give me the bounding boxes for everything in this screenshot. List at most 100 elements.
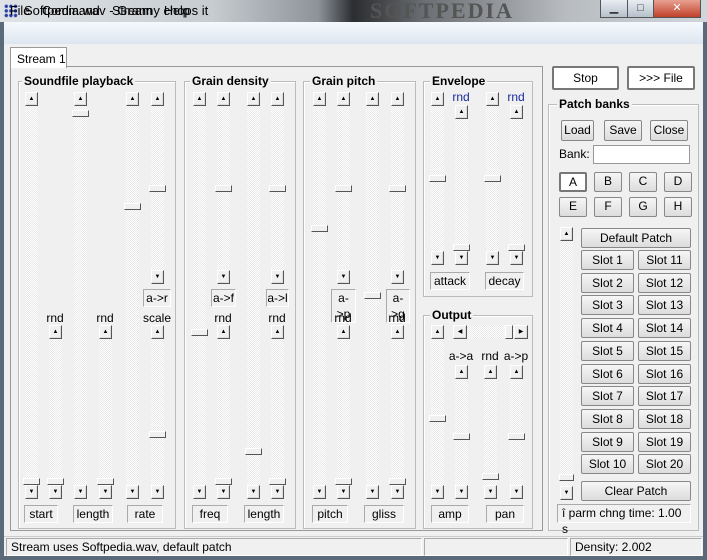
- close-button[interactable]: ✕: [653, 0, 701, 18]
- patch-slot-button[interactable]: Slot 15: [638, 340, 691, 361]
- arrow-down-icon[interactable]: ▼: [486, 251, 499, 265]
- bank-a-button[interactable]: A: [559, 172, 587, 192]
- slider-thumb[interactable]: [453, 433, 470, 441]
- arrow-up-icon[interactable]: ▲: [313, 92, 326, 106]
- bank-b-button[interactable]: B: [594, 172, 622, 192]
- arrow-up-icon[interactable]: ▲: [25, 92, 38, 106]
- arrow-down-icon[interactable]: ▼: [74, 485, 87, 499]
- decay-slider[interactable]: ▲ ▼: [484, 92, 501, 265]
- arrow-down-icon[interactable]: ▼: [99, 485, 112, 499]
- arrow-up-icon[interactable]: ▲: [366, 92, 379, 106]
- arrow-down-icon[interactable]: ▼: [49, 485, 62, 499]
- patch-slot-button[interactable]: Slot 5: [581, 340, 634, 361]
- patch-slot-button[interactable]: Slot 20: [638, 454, 691, 475]
- arrow-down-icon[interactable]: ▼: [271, 270, 284, 284]
- arrow-up-icon[interactable]: ▲: [510, 105, 523, 119]
- arrow-down-icon[interactable]: ▼: [455, 251, 468, 265]
- arrow-down-icon[interactable]: ▼: [391, 270, 404, 284]
- arrow-down-icon[interactable]: ▼: [510, 251, 523, 265]
- slider-thumb[interactable]: [453, 244, 470, 251]
- patch-slot-button[interactable]: Slot 9: [581, 431, 634, 452]
- a-f-slider[interactable]: ▲ ▼: [215, 92, 232, 284]
- arrow-up-icon[interactable]: ▲: [99, 325, 112, 339]
- bank-h-button[interactable]: H: [664, 197, 692, 217]
- slider-thumb[interactable]: [508, 244, 525, 251]
- slider-thumb[interactable]: [97, 478, 114, 485]
- arrow-up-icon[interactable]: ▲: [247, 92, 260, 106]
- clear-patch-button[interactable]: Clear Patch: [581, 481, 691, 501]
- slider-thumb[interactable]: [335, 184, 352, 192]
- attack-slider[interactable]: ▲ ▼: [429, 92, 446, 265]
- scroll-up-icon[interactable]: ▲: [560, 227, 573, 241]
- arrow-down-icon[interactable]: ▼: [391, 485, 404, 499]
- rate-slider[interactable]: ▲ ▼: [124, 92, 141, 499]
- pan-balance-scrollbar[interactable]: ◀ ▶: [453, 325, 528, 339]
- patch-slot-button[interactable]: Slot 4: [581, 318, 634, 339]
- slider-thumb[interactable]: [482, 473, 499, 481]
- arrow-up-icon[interactable]: ▲: [151, 325, 164, 339]
- slider-thumb[interactable]: [191, 329, 208, 337]
- arrow-down-icon[interactable]: ▼: [510, 485, 523, 499]
- slider-thumb[interactable]: [215, 184, 232, 192]
- patch-slot-button[interactable]: Slot 6: [581, 363, 634, 384]
- patch-slot-button[interactable]: Slot 2: [581, 272, 634, 293]
- patch-slot-button[interactable]: Slot 12: [638, 272, 691, 293]
- patch-slot-button[interactable]: Slot 7: [581, 386, 634, 407]
- patch-slot-button[interactable]: Slot 18: [638, 408, 691, 429]
- decay-rnd-slider[interactable]: ▲ ▼: [508, 105, 525, 265]
- freq-slider[interactable]: ▲ ▼: [191, 92, 208, 499]
- slider-thumb[interactable]: [429, 415, 446, 423]
- gliss-slider[interactable]: ▲ ▼: [364, 92, 381, 499]
- slider-thumb[interactable]: [149, 184, 166, 192]
- arrow-up-icon[interactable]: ▲: [431, 92, 444, 106]
- tab-stream-1[interactable]: Stream 1: [10, 47, 67, 68]
- arrow-up-icon[interactable]: ▲: [271, 325, 284, 339]
- patch-slot-button[interactable]: Slot 13: [638, 295, 691, 316]
- a-l-slider[interactable]: ▲ ▼: [269, 92, 286, 284]
- gliss-rnd-slider[interactable]: ▲ ▼: [389, 325, 406, 499]
- bank-c-button[interactable]: C: [629, 172, 657, 192]
- start-rnd-slider[interactable]: ▲ ▼: [47, 325, 64, 499]
- arrow-up-icon[interactable]: ▲: [486, 92, 499, 106]
- arrow-up-icon[interactable]: ▲: [484, 365, 497, 379]
- load-button[interactable]: Load: [561, 120, 594, 141]
- arrow-up-icon[interactable]: ▲: [217, 92, 230, 106]
- a-a-slider[interactable]: ▲ ▼: [453, 365, 470, 499]
- menu-help[interactable]: Help: [164, 4, 190, 18]
- bank-input[interactable]: [593, 145, 690, 164]
- save-button[interactable]: Save: [604, 120, 642, 141]
- maximize-button[interactable]: □: [627, 0, 654, 18]
- arrow-up-icon[interactable]: ▲: [337, 325, 350, 339]
- patch-slot-button[interactable]: Slot 3: [581, 295, 634, 316]
- arrow-down-icon[interactable]: ▼: [151, 270, 164, 284]
- a-p2-slider[interactable]: ▲ ▼: [508, 365, 525, 499]
- bank-e-button[interactable]: E: [559, 197, 587, 217]
- minimize-button[interactable]: ▁: [600, 0, 628, 18]
- slider-thumb[interactable]: [484, 175, 501, 182]
- slider-thumb[interactable]: [429, 175, 446, 182]
- to-file-button[interactable]: >>> File: [627, 66, 695, 90]
- arrow-down-icon[interactable]: ▼: [484, 485, 497, 499]
- arrow-down-icon[interactable]: ▼: [217, 485, 230, 499]
- slider-thumb[interactable]: [215, 478, 232, 485]
- scroll-right-icon[interactable]: ▶: [514, 325, 528, 339]
- patch-slot-button[interactable]: Slot 17: [638, 386, 691, 407]
- patch-slot-button[interactable]: Slot 10: [581, 454, 634, 475]
- arrow-up-icon[interactable]: ▲: [151, 92, 164, 106]
- arrow-down-icon[interactable]: ▼: [193, 485, 206, 499]
- arrow-down-icon[interactable]: ▼: [337, 270, 350, 284]
- close-bank-button[interactable]: Close: [650, 120, 688, 141]
- bank-f-button[interactable]: F: [594, 197, 622, 217]
- arrow-down-icon[interactable]: ▼: [126, 485, 139, 499]
- arrow-up-icon[interactable]: ▲: [510, 365, 523, 379]
- slider-thumb[interactable]: [149, 430, 166, 438]
- scroll-thumb[interactable]: [559, 474, 574, 482]
- scroll-down-icon[interactable]: ▼: [560, 486, 573, 500]
- arrow-up-icon[interactable]: ▲: [337, 92, 350, 106]
- slider-thumb[interactable]: [269, 478, 286, 485]
- length-rnd2-slider[interactable]: ▲ ▼: [269, 325, 286, 499]
- menu-stream[interactable]: Stream: [112, 4, 152, 18]
- patch-scrollbar[interactable]: ▲ ▼: [559, 227, 574, 500]
- menu-file[interactable]: File: [10, 4, 30, 18]
- attack-rnd-slider[interactable]: ▲ ▼: [453, 105, 470, 265]
